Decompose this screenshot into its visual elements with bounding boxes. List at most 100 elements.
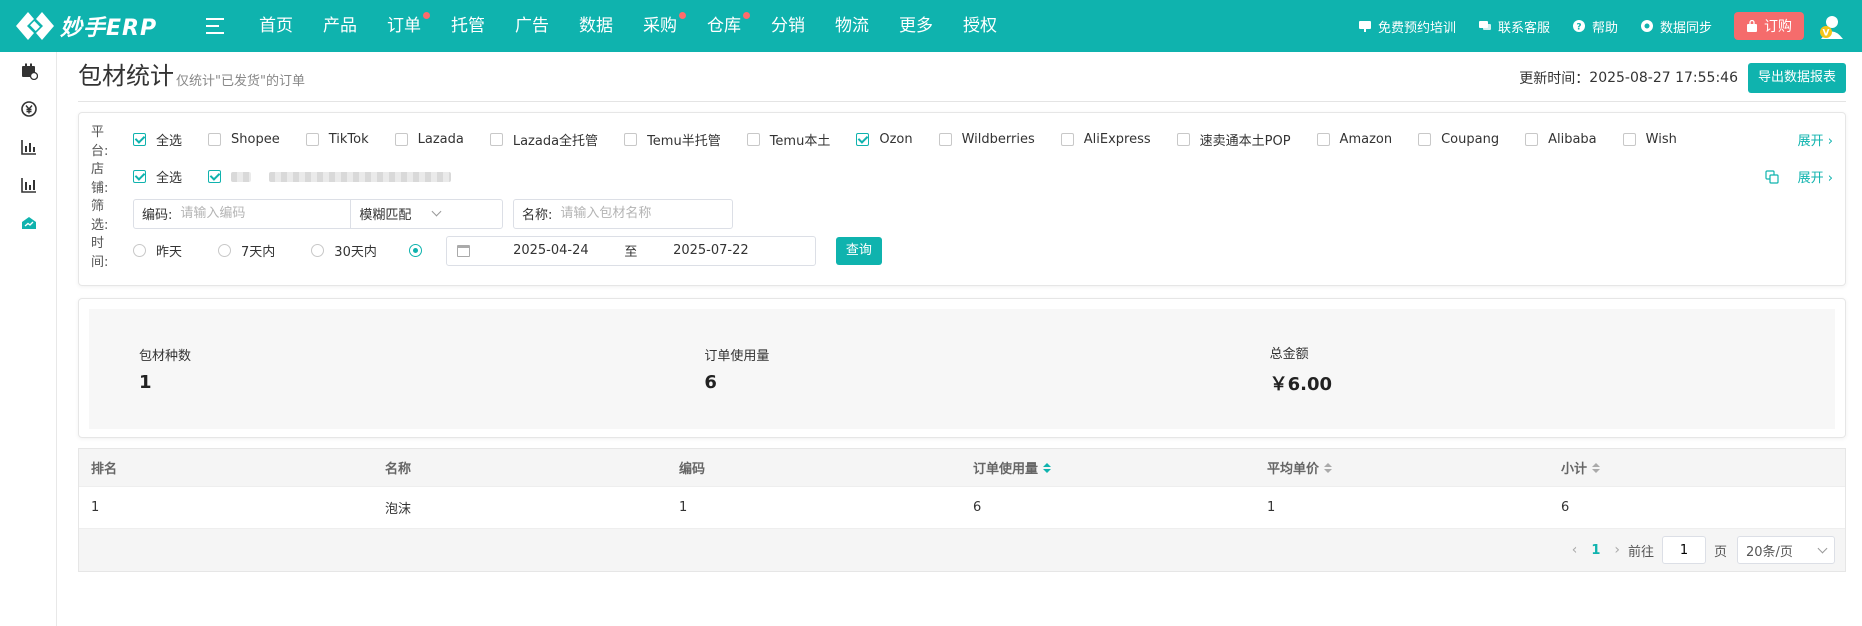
code-input[interactable]	[180, 199, 351, 228]
cell-code: 1	[679, 500, 688, 515]
goto-page-input[interactable]	[1661, 536, 1706, 564]
column-name: 名称	[385, 462, 412, 477]
nav-item-logistics[interactable]: 物流	[820, 0, 884, 52]
main-content: 包材统计 仅统计"已发货"的订单 更新时间： 2025-08-27 17:55:…	[78, 52, 1846, 572]
code-filter-group: 编码: 模糊匹配	[133, 198, 503, 229]
avatar[interactable]: V	[1818, 12, 1846, 40]
nav-item-more[interactable]: 更多	[884, 0, 948, 52]
sidebar	[0, 52, 57, 626]
nav-item-warehouse[interactable]: 仓库	[692, 0, 756, 52]
shop-select-all-checkbox[interactable]: 全选	[133, 167, 182, 186]
platform-checkbox-ozon[interactable]: Ozon	[856, 132, 913, 147]
sync-link[interactable]: 数据同步	[1640, 17, 1712, 36]
yuan-icon[interactable]	[0, 90, 57, 128]
top-bar: 妙手ERP 首页 产品 订单 托管 广告 数据 采购 仓库 分销 物流 更多 授…	[0, 0, 1862, 52]
copy-icon[interactable]	[1765, 169, 1779, 184]
sort-icon[interactable]	[1324, 462, 1333, 473]
sort-icon[interactable]	[1592, 462, 1601, 473]
platform-checkbox-coupang[interactable]: Coupang	[1418, 132, 1499, 147]
page-title: 包材统计	[78, 62, 174, 90]
sync-icon	[1640, 20, 1653, 32]
shop-checkbox[interactable]	[208, 170, 252, 183]
bar-chart-2-icon[interactable]	[0, 166, 57, 204]
platform-checkbox-wish[interactable]: Wish	[1622, 132, 1677, 147]
svg-text:?: ?	[1576, 23, 1581, 33]
nav-item-home[interactable]: 首页	[244, 0, 308, 52]
page-unit: 页	[1713, 544, 1727, 560]
nav-item-order[interactable]: 订单	[372, 0, 436, 52]
training-link[interactable]: 免费预约培训	[1358, 17, 1456, 36]
chevron-down-icon	[431, 206, 442, 217]
platform-checkbox-amazon[interactable]: Amazon	[1316, 132, 1392, 147]
page-size-select[interactable]: 20条/页	[1737, 536, 1835, 564]
stats-panel: 包材种数 1 订单使用量 6 总金额 ￥6.00	[78, 298, 1846, 438]
page-subtitle: 仅统计"已发货"的订单	[176, 74, 305, 89]
stats-summary: 包材种数 1 订单使用量 6 总金额 ￥6.00	[89, 309, 1835, 429]
nav-item-product[interactable]: 产品	[308, 0, 372, 52]
platform-checkbox-aliexpress[interactable]: AliExpress	[1060, 132, 1151, 147]
nav-item-ads[interactable]: 广告	[500, 0, 564, 52]
time-option-30days[interactable]: 30天内	[311, 241, 377, 260]
platform-checkbox-速卖通本土pop[interactable]: 速卖通本土POP	[1176, 130, 1291, 149]
calendar-icon[interactable]	[0, 52, 57, 90]
nav-item-authorize[interactable]: 授权	[948, 0, 1012, 52]
sort-icon[interactable]	[1043, 462, 1052, 473]
page-header: 包材统计 仅统计"已发货"的订单 更新时间： 2025-08-27 17:55:…	[78, 52, 1846, 102]
service-link[interactable]: 联系客服	[1478, 17, 1550, 36]
platform-label: 平台:	[91, 124, 109, 159]
match-mode-select[interactable]: 模糊匹配	[350, 199, 448, 228]
platform-checkbox-tiktok[interactable]: TikTok	[305, 132, 369, 147]
main-nav: 首页 产品 订单 托管 广告 数据 采购 仓库 分销 物流 更多 授权	[244, 0, 1012, 52]
menu-toggle-icon[interactable]	[206, 18, 224, 34]
shop-row: 店铺: 全选 展开 ›	[91, 158, 1833, 196]
platform-checkbox-temu半托管[interactable]: Temu半托管	[624, 130, 721, 149]
update-info: 更新时间： 2025-08-27 17:55:46 导出数据报表	[1519, 63, 1846, 93]
nav-item-hosting[interactable]: 托管	[436, 0, 500, 52]
platform-checkbox-temu本土[interactable]: Temu本土	[746, 130, 830, 149]
code-label: 编码:	[142, 208, 173, 223]
help-link[interactable]: ? 帮助	[1572, 17, 1618, 36]
page-number[interactable]: 1	[1591, 543, 1600, 558]
order-button[interactable]: 订购	[1734, 12, 1804, 40]
platform-checkbox-全选[interactable]: 全选	[133, 130, 182, 149]
time-option-custom[interactable]	[408, 244, 432, 257]
column-avg-price[interactable]: 平均单价	[1255, 458, 1549, 477]
stat-order-usage: 订单使用量 6	[704, 349, 770, 393]
logo[interactable]: 妙手ERP	[14, 10, 174, 42]
name-input[interactable]	[560, 199, 721, 228]
platform-checkbox-lazada[interactable]: Lazada	[394, 132, 464, 147]
bar-chart-icon[interactable]	[0, 128, 57, 166]
time-option-7days[interactable]: 7天内	[218, 241, 275, 260]
date-range-picker[interactable]: 2025-04-24 至 2025-07-22	[445, 235, 816, 266]
column-order-usage[interactable]: 订单使用量	[961, 458, 1255, 477]
chevron-down-icon	[1817, 543, 1828, 553]
cell-subtotal: 6	[1561, 500, 1570, 515]
logo-icon	[14, 10, 56, 42]
time-option-yesterday[interactable]: 昨天	[133, 241, 182, 260]
nav-item-purchase[interactable]: 采购	[628, 0, 692, 52]
platform-row: 平台: 全选 Shopee TikTok Lazada Lazada全托管 Temu半托管…	[91, 121, 1833, 159]
date-end[interactable]: 2025-07-22	[646, 243, 776, 258]
prev-page-icon[interactable]: ‹	[1572, 542, 1578, 558]
nav-item-data[interactable]: 数据	[564, 0, 628, 52]
nav-item-distribution[interactable]: 分销	[756, 0, 820, 52]
next-page-icon[interactable]: ›	[1614, 542, 1620, 558]
cell-avg-price: 1	[1267, 500, 1276, 515]
column-subtotal[interactable]: 小计	[1549, 458, 1843, 477]
platform-checkbox-alibaba[interactable]: Alibaba	[1525, 132, 1597, 147]
shop-expand-link[interactable]: 展开 ›	[1798, 167, 1833, 186]
platform-checkbox-lazada全托管[interactable]: Lazada全托管	[489, 130, 598, 149]
platform-checkbox-shopee[interactable]: Shopee	[208, 132, 280, 147]
shop-label: 店铺:	[91, 161, 109, 196]
name-label: 名称:	[522, 208, 553, 223]
svg-text:V: V	[1823, 29, 1830, 39]
time-label: 时间:	[91, 235, 109, 270]
export-report-button[interactable]: 导出数据报表	[1747, 63, 1846, 93]
shop-name-redacted	[231, 171, 252, 182]
platform-expand-link[interactable]: 展开 ›	[1798, 130, 1833, 149]
stat-total-amount: 总金额 ￥6.00	[1269, 346, 1333, 395]
shop-chart-icon[interactable]	[0, 204, 57, 242]
date-start[interactable]: 2025-04-24	[486, 243, 616, 258]
query-button[interactable]: 查询	[835, 236, 882, 265]
platform-checkbox-wildberries[interactable]: Wildberries	[938, 132, 1035, 147]
